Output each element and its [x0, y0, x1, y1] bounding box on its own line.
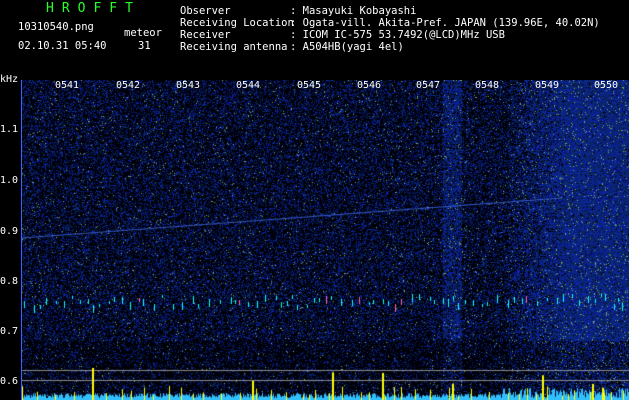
header-panel: HROFFT 10310540.png 02.10.31 05:40 meteo…: [0, 0, 629, 80]
time-tick-label: 0547: [416, 80, 441, 91]
time-tick-label: 0542: [116, 80, 141, 91]
location-value: : Ogata-vill. Akita-Pref. JAPAN (139.96E…: [290, 17, 600, 29]
receiver-label: Receiver: [180, 29, 231, 41]
antenna-value: : A504HB(yagi 4el): [290, 41, 404, 53]
brand-title: HROFFT: [46, 1, 141, 16]
meteor-label: meteor: [124, 27, 162, 39]
date-time: 02.10.31 05:40: [18, 40, 107, 52]
receiver-value: : ICOM IC-575 53.7492(@LCD)MHz USB: [290, 29, 505, 41]
observer-value: : Masayuki Kobayashi: [290, 5, 417, 17]
time-tick-label: 0545: [297, 80, 322, 91]
file-name: 10310540.png: [18, 21, 94, 33]
time-tick-label: 0550: [594, 80, 619, 91]
antenna-label: Receiving antenna: [180, 41, 288, 53]
spectrogram-canvas: [22, 80, 629, 400]
time-tick-label: 0546: [357, 80, 382, 91]
time-tick-label: 0541: [55, 80, 80, 91]
y-tick-label: 1.0: [0, 175, 19, 186]
time-tick-label: 0543: [176, 80, 201, 91]
y-tick-label: 0.8: [0, 276, 19, 287]
meteor-count: 31: [138, 40, 151, 52]
location-label: Receiving Location: [180, 17, 294, 29]
y-axis-unit: kHz: [0, 74, 19, 85]
y-tick-label: 0.7: [0, 326, 19, 337]
time-tick-label: 0548: [475, 80, 500, 91]
observer-label: Observer: [180, 5, 231, 17]
time-tick-label: 0549: [535, 80, 560, 91]
y-tick-label: 1.1: [0, 124, 19, 135]
y-tick-label: 0.9: [0, 226, 19, 237]
y-tick-label: 0.6: [0, 376, 19, 387]
time-tick-label: 0544: [236, 80, 261, 91]
